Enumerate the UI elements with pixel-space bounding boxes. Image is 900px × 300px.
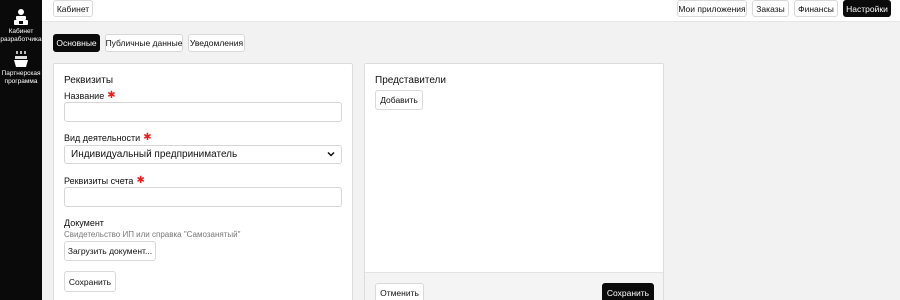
- sidebar-item-partner-program[interactable]: Партнерская программа: [0, 50, 42, 86]
- sidebar-item-developer-cabinet[interactable]: Кабинет разработчика: [0, 8, 42, 44]
- account-input[interactable]: [64, 187, 342, 207]
- activity-select-value: Индивидуальный предприниматель: [71, 149, 238, 160]
- tab-public-data[interactable]: Публичные данные: [105, 34, 183, 52]
- name-input[interactable]: [64, 102, 342, 122]
- document-label: Документ: [64, 218, 104, 228]
- nav-settings[interactable]: Настройки: [843, 0, 891, 17]
- developer-icon: [14, 9, 28, 25]
- tab-main[interactable]: Основные: [53, 34, 100, 52]
- left-sidebar: Кабинет разработчика Партнерская програм…: [0, 0, 42, 300]
- representatives-save-button[interactable]: Сохранить: [602, 283, 654, 300]
- required-asterisk-icon: ✱: [143, 132, 152, 143]
- sidebar-label-line2: разработчика: [0, 36, 42, 43]
- add-representative-button[interactable]: Добавить: [375, 90, 423, 110]
- document-hint: Свидетельство ИП или справка "Самозаняты…: [64, 230, 241, 239]
- account-label-text: Реквизиты счета: [64, 176, 134, 186]
- activity-select[interactable]: Индивидуальный предприниматель: [64, 145, 342, 164]
- account-label: Реквизиты счета ✱: [64, 175, 145, 187]
- tab-notifications[interactable]: Уведомления: [188, 34, 245, 52]
- sidebar-label-line2: программа: [4, 78, 38, 85]
- upload-document-button[interactable]: Загрузить документ...: [64, 241, 156, 261]
- representatives-card: Представители Добавить Отменить Сохранит…: [364, 63, 664, 300]
- sidebar-label-line1: Кабинет: [8, 28, 34, 35]
- nav-my-apps[interactable]: Мои приложения: [677, 0, 747, 17]
- nav-finance[interactable]: Финансы: [794, 0, 838, 17]
- requisites-save-button[interactable]: Сохранить: [64, 271, 116, 292]
- requisites-card: Реквизиты Название ✱ Вид деятельности ✱ …: [53, 63, 353, 300]
- required-asterisk-icon: ✱: [107, 90, 116, 101]
- sidebar-label-line1: Партнерская: [1, 70, 41, 77]
- required-asterisk-icon: ✱: [136, 175, 145, 186]
- requisites-title: Реквизиты: [64, 75, 114, 86]
- partner-icon: [14, 51, 28, 67]
- cabinet-button[interactable]: Кабинет: [53, 0, 93, 17]
- representatives-footer: Отменить Сохранить: [365, 272, 663, 300]
- cancel-button[interactable]: Отменить: [375, 283, 424, 300]
- name-label-text: Название: [64, 91, 105, 101]
- representatives-title: Представители: [375, 75, 446, 86]
- chevron-down-icon: [327, 151, 335, 157]
- nav-orders[interactable]: Заказы: [752, 0, 789, 17]
- activity-label-text: Вид деятельности: [64, 133, 141, 143]
- activity-label: Вид деятельности ✱: [64, 132, 152, 144]
- name-label: Название ✱: [64, 90, 116, 102]
